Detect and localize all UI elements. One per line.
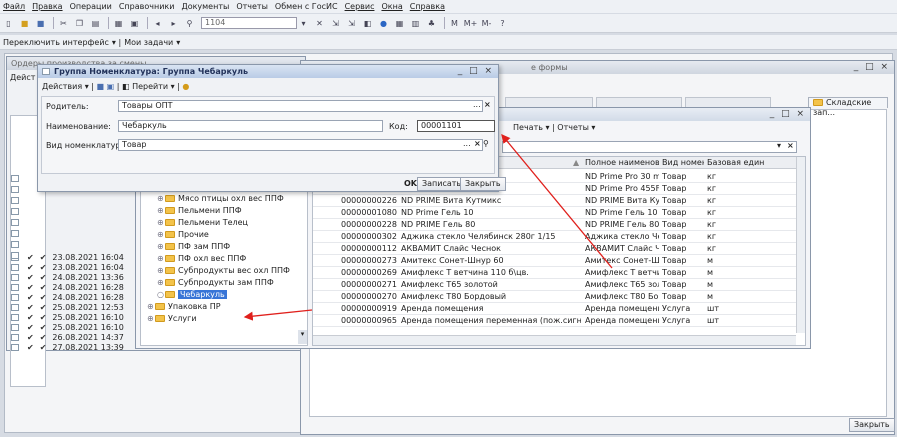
annotation-arrows bbox=[243, 133, 613, 321]
arrow-to-group bbox=[243, 309, 313, 321]
arrow-to-code bbox=[501, 133, 613, 269]
